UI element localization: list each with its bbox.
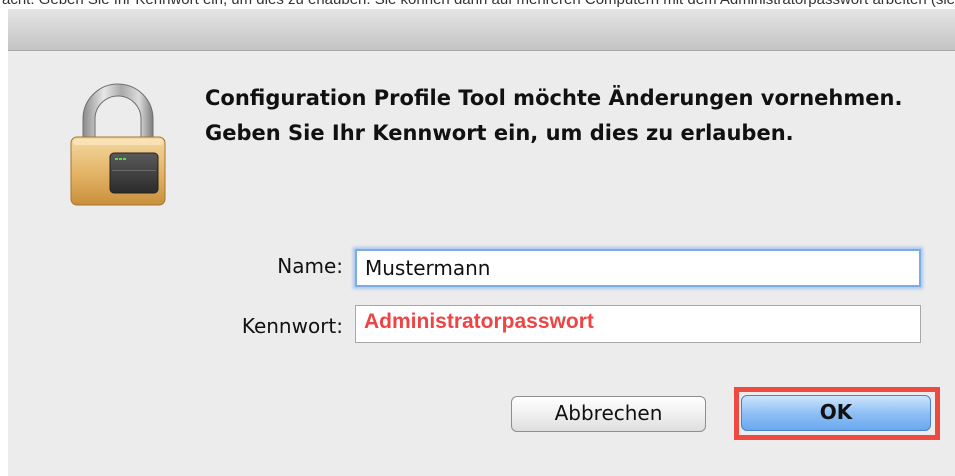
password-label: Kennwort:: [241, 314, 343, 338]
cancel-button[interactable]: Abbrechen: [511, 396, 706, 432]
cropped-text-strip: acht. Geben Sie Ihr Kennwort ein, um die…: [0, 0, 955, 9]
authentication-dialog: Configuration Profile Tool möchte Änderu…: [8, 51, 955, 476]
window-titlebar[interactable]: [8, 9, 955, 51]
password-input[interactable]: Administratorpasswort: [355, 305, 921, 343]
dialog-message: Configuration Profile Tool möchte Änderu…: [205, 86, 903, 145]
screenshot: acht. Geben Sie Ihr Kennwort ein, um die…: [0, 0, 955, 476]
name-label: Name:: [277, 254, 343, 278]
cropped-paragraph-text: acht. Geben Sie Ihr Kennwort ein, um die…: [2, 0, 955, 8]
name-input[interactable]: Mustermann: [355, 249, 921, 287]
padlock-icon: [70, 83, 166, 206]
ok-button[interactable]: OK: [741, 395, 931, 431]
